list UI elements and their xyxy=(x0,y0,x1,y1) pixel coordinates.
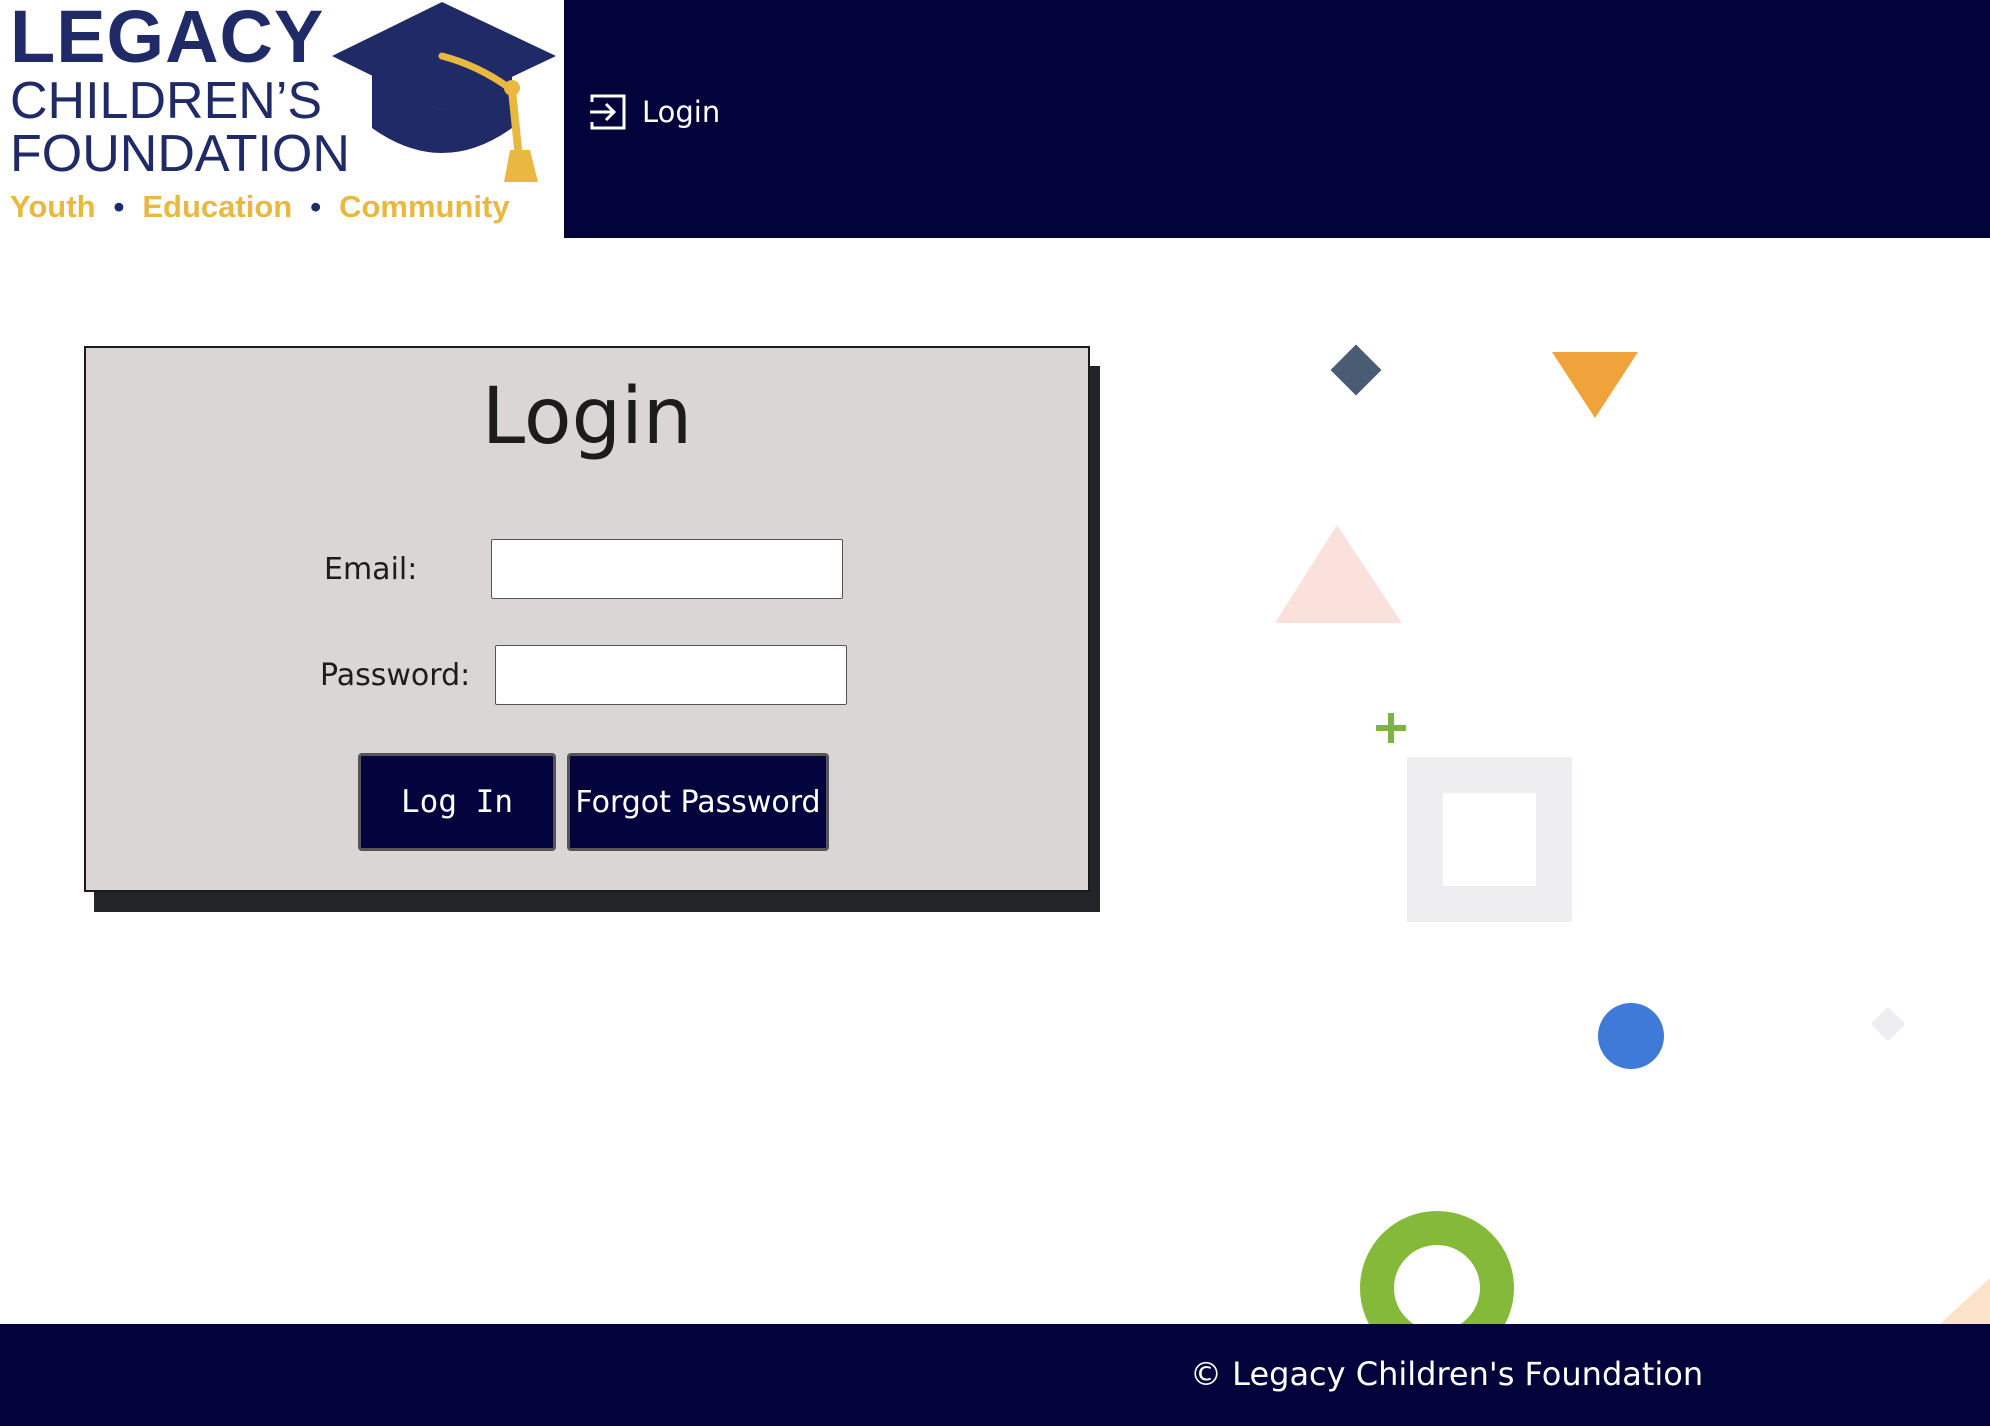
logo-text-line1: LEGACY xyxy=(10,0,325,78)
logo-tagline: Youth • Education • Community xyxy=(10,189,510,224)
diamond-shape xyxy=(1330,344,1382,396)
decorative-shapes xyxy=(1275,344,1990,1324)
forgot-password-button[interactable]: Forgot Password xyxy=(567,753,829,851)
email-label: Email: xyxy=(324,552,418,587)
logo-text-line2: CHILDREN’S xyxy=(10,72,323,130)
peach-triangle-shape xyxy=(1940,1278,1990,1324)
plus-shape xyxy=(1376,713,1406,743)
logo-text-line3: FOUNDATION xyxy=(10,125,350,183)
site-footer: © Legacy Children's Foundation xyxy=(0,1324,1990,1426)
brand-logo[interactable]: LEGACY CHILDREN’S FOUNDATION Youth • Educa… xyxy=(0,0,564,238)
password-label: Password: xyxy=(320,658,471,693)
pink-triangle-shape-fill xyxy=(1275,525,1402,623)
green-ring-shape xyxy=(1360,1211,1514,1324)
top-nav-bar: Login xyxy=(564,0,1990,238)
orange-triangle-shape xyxy=(1552,352,1638,418)
tagline-education: Education xyxy=(142,189,293,224)
login-title: Login xyxy=(481,372,693,462)
tagline-community: Community xyxy=(339,189,510,224)
square-outline-shape xyxy=(1407,757,1572,922)
blue-circle-shape xyxy=(1598,1003,1664,1069)
log-in-button[interactable]: Log In xyxy=(358,753,556,851)
sign-in-icon xyxy=(590,94,626,130)
site-header: LEGACY CHILDREN’S FOUNDATION Youth • Educa… xyxy=(0,0,1990,238)
password-field[interactable] xyxy=(495,645,847,705)
nav-login-label: Login xyxy=(642,95,721,129)
small-diamond-shape xyxy=(1871,1007,1905,1041)
tagline-youth: Youth xyxy=(10,189,96,224)
footer-copyright: © Legacy Children's Foundation xyxy=(1190,1355,1704,1393)
email-field[interactable] xyxy=(491,539,843,599)
login-card: Login Email: Password: Log In Forgot Pas… xyxy=(84,346,1090,892)
graduation-cap-icon xyxy=(332,2,556,182)
nav-login-link[interactable]: Login xyxy=(588,92,720,132)
